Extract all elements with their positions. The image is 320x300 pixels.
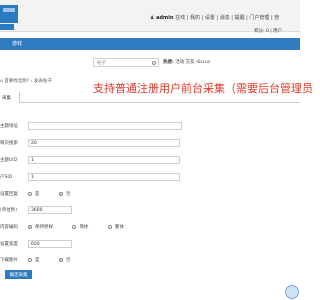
top-header: ♟ admin 在线 | 我的 | 设置 | 消息 | 提醒 | 门户管理 | … — [0, 0, 300, 34]
encoding-traditional[interactable]: 繁体 — [107, 224, 124, 230]
label-topic-uid: 主题UID — [0, 158, 18, 163]
encoding-keep-label: 保持原样 — [35, 225, 53, 230]
label-reply: 设置回复 — [0, 192, 18, 197]
radio-icon[interactable] — [107, 224, 112, 229]
user-links[interactable]: ♟ admin 在线 | 我的 | 设置 | 消息 | 提醒 | 门户管理 | … — [150, 14, 279, 21]
hot-search-words[interactable]: 活动 交友 discuz — [175, 60, 210, 65]
reply-no-label: 否 — [65, 192, 71, 197]
score-line[interactable]: 积分: 0 | 用户 — [254, 28, 282, 34]
radio-icon[interactable] — [28, 257, 32, 262]
reply-no[interactable]: 否 — [58, 191, 71, 197]
reply-radio-group: 是 否 — [28, 191, 88, 197]
breadcrumb-text[interactable]: 首要找北附? › 发表帖子 — [4, 79, 52, 84]
reply-yes[interactable]: 是 — [28, 191, 40, 197]
label-per-page: 每页搜索 — [0, 141, 18, 146]
download-no[interactable]: 否 — [58, 257, 71, 263]
radio-icon[interactable] — [72, 224, 77, 229]
hot-search: 热搜: 活动 交友 discuz — [163, 59, 210, 65]
search-icon[interactable] — [152, 61, 156, 65]
topic-uid-input[interactable]: 1 — [28, 156, 180, 164]
encoding-simplified[interactable]: 简体 — [72, 224, 89, 230]
search-placeholder: 帖子 — [97, 61, 106, 66]
download-yes[interactable]: 是 — [28, 257, 40, 263]
submit-collect-button[interactable]: 确定采集 — [5, 270, 32, 279]
label-seconds: (单位秒) — [0, 208, 18, 213]
encoding-simplified-label: 简体 — [79, 225, 89, 230]
per-page-input[interactable]: 20 — [28, 139, 180, 147]
label-topic-url: 主题地址 — [0, 124, 18, 129]
label-user-sid: 户SID — [0, 175, 13, 180]
topic-url-input[interactable] — [28, 122, 182, 130]
corner-badge-icon — [285, 285, 299, 299]
encoding-radio-group: 保持原样 简体 繁体 — [28, 224, 142, 230]
user-sid-input[interactable]: 1 — [28, 173, 180, 181]
main-nav: 游戏 — [0, 38, 300, 50]
logo-bar — [0, 24, 14, 30]
search-input[interactable]: 帖子 — [93, 58, 159, 67]
download-yes-label: 是 — [35, 258, 40, 263]
download-radio-group: 是 否 — [28, 257, 88, 263]
label-download-images: 下载图片 — [0, 258, 18, 263]
search-bar: 帖子 热搜: 活动 交友 discuz — [0, 57, 300, 69]
radio-icon[interactable] — [28, 191, 32, 196]
reply-yes-label: 是 — [35, 192, 40, 197]
home-icon: ⌂ — [0, 79, 3, 84]
width-input[interactable]: 600 — [28, 240, 72, 248]
radio-selected-icon[interactable] — [58, 257, 63, 262]
radio-selected-icon[interactable] — [58, 191, 63, 196]
user-icon: ♟ — [150, 15, 155, 21]
radio-selected-icon[interactable] — [28, 224, 32, 229]
label-encoding: 内容编码 — [0, 225, 18, 230]
download-no-label: 否 — [65, 258, 71, 263]
site-logo — [0, 5, 18, 23]
encoding-traditional-label: 繁体 — [114, 225, 124, 230]
breadcrumb[interactable]: ⌂ 首要找北附? › 发表帖子 — [0, 78, 52, 84]
tab-bar: 采集 — [0, 92, 300, 103]
label-width: 设置宽度 — [0, 242, 18, 247]
username[interactable]: admin — [156, 15, 173, 21]
tab-collect[interactable]: 采集 — [0, 92, 20, 103]
encoding-keep[interactable]: 保持原样 — [28, 224, 53, 230]
nav-item-game[interactable]: 游戏 — [12, 40, 22, 47]
hot-search-label: 热搜: — [163, 60, 174, 65]
user-menu-links[interactable]: 在线 | 我的 | 设置 | 消息 | 提醒 | 门户管理 | 管 — [175, 15, 279, 21]
seconds-input[interactable]: 3600 — [28, 206, 72, 214]
